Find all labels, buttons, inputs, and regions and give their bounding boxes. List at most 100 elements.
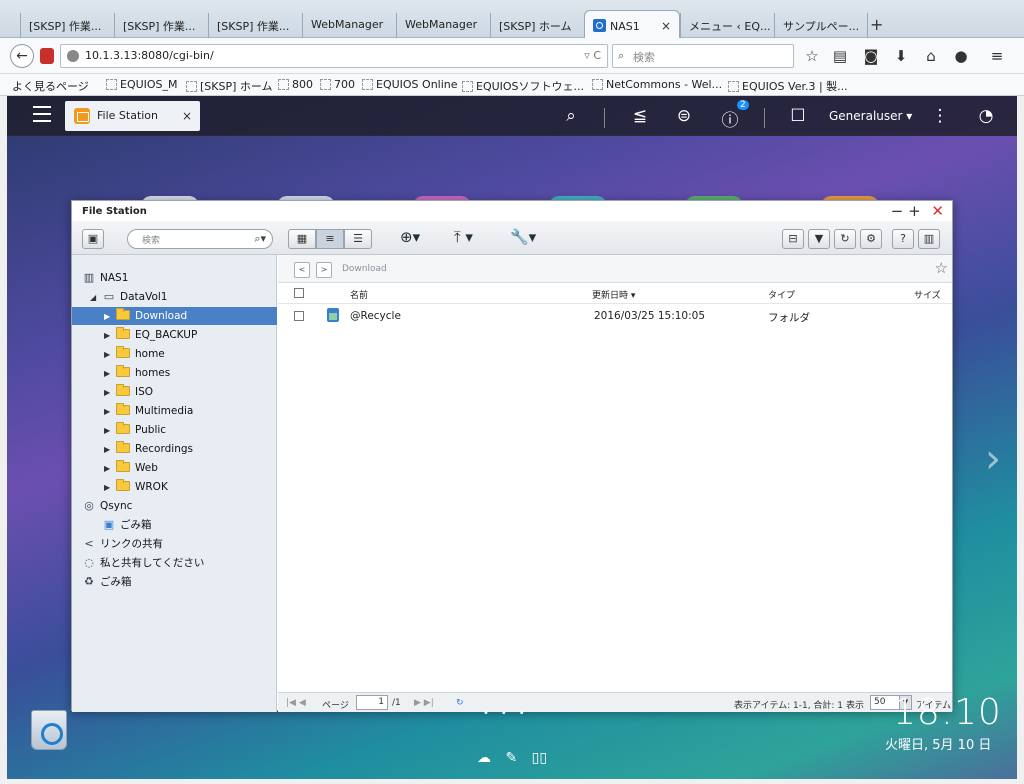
expand-arrow-icon[interactable]: ▶ — [104, 422, 116, 440]
tree-item-qsync-recycle[interactable]: ▣ ごみ箱 — [102, 516, 277, 534]
bookmark-item[interactable]: EQUIOS Ver.3 | 製... — [728, 78, 848, 94]
detail-view-button[interactable]: ☰ — [344, 229, 372, 249]
tree-item-wrok[interactable]: ▶ WROK — [104, 478, 277, 496]
search-icon[interactable]: ⌕ — [560, 106, 582, 126]
select-all-checkbox[interactable] — [294, 288, 304, 298]
upload-icon[interactable]: ⤒ ▾ — [454, 228, 473, 246]
tree-item-web[interactable]: ▶ Web — [104, 459, 277, 477]
browser-search-input[interactable]: ⌕ 検索 — [612, 44, 794, 68]
file-search-input[interactable]: 検索 ⌕▾ — [127, 229, 273, 249]
close-icon[interactable]: × — [182, 109, 192, 123]
download-icon[interactable]: ⬇ — [892, 47, 910, 65]
bookmark-star-icon[interactable]: ☆ — [803, 47, 821, 65]
expand-arrow-icon[interactable]: ▶ — [104, 479, 116, 497]
breadcrumb-path[interactable]: Download — [342, 264, 387, 274]
bookmark-item[interactable]: 700 — [320, 78, 355, 91]
desktop-recycle-bin-icon[interactable] — [31, 710, 67, 750]
external-device-icon[interactable]: ⊜ — [673, 106, 695, 126]
tools-icon[interactable]: 🔧▾ — [510, 228, 536, 246]
cloud-icon[interactable]: ☁ — [477, 750, 491, 766]
tree-item-public[interactable]: ▶ Public — [104, 421, 277, 439]
browser-tab[interactable]: WebManager — [396, 13, 490, 38]
expand-arrow-icon[interactable]: ▶ — [104, 308, 116, 326]
bookmark-item[interactable]: 800 — [278, 78, 313, 91]
tree-item-iso[interactable]: ▶ ISO — [104, 383, 277, 401]
site-info-icon[interactable] — [67, 50, 79, 62]
toggle-sidebar-button[interactable]: ▣ — [82, 229, 104, 249]
expand-arrow-icon[interactable]: ▶ — [104, 460, 116, 478]
maximize-icon[interactable]: + — [908, 202, 921, 220]
info-panel-button[interactable]: ▥ — [918, 229, 940, 249]
expand-arrow-icon[interactable]: ▶ — [104, 403, 116, 421]
tree-item-homes[interactable]: ▶ homes — [104, 364, 277, 382]
refresh-icon[interactable]: ↻ — [456, 698, 464, 708]
bookmarks-list-icon[interactable]: ▤ — [831, 47, 849, 65]
search-dropdown-icon[interactable]: ⌕▾ — [254, 232, 266, 246]
browser-tab[interactable]: WebManager — [302, 13, 396, 38]
home-icon[interactable]: ⌂ — [922, 47, 940, 65]
first-page-icon[interactable]: |◀ ◀ — [286, 698, 306, 708]
browser-tab-active[interactable]: NAS1 × — [584, 10, 680, 39]
pocket-icon[interactable]: ◙ — [862, 47, 880, 65]
column-header-size[interactable]: サイズ — [914, 288, 941, 301]
tree-item-home[interactable]: ▶ home — [104, 345, 277, 363]
book-icon[interactable]: ▯▯ — [532, 750, 547, 766]
filter-button[interactable]: ▼ — [808, 229, 830, 249]
menu-icon[interactable]: ≡ — [988, 47, 1006, 65]
last-page-icon[interactable]: ▶ ▶| — [414, 698, 434, 708]
tree-item-qsync[interactable]: ◎ Qsync — [82, 497, 277, 515]
tree-item-eq-backup[interactable]: ▶ EQ_BACKUP — [104, 326, 277, 344]
bookmark-item[interactable]: よく見るページ — [12, 78, 89, 94]
more-options-icon[interactable]: ⋮ — [929, 106, 951, 126]
app-tab-file-station[interactable]: File Station × — [65, 101, 200, 131]
tree-item-download[interactable]: ▶ Download — [72, 307, 277, 325]
browser-tab[interactable]: [SKSP] 作業... — [208, 13, 302, 38]
browser-tab[interactable]: サンプルペー... — [774, 13, 868, 38]
settings-button[interactable]: ⚙ — [860, 229, 882, 249]
thumbnail-view-button[interactable]: ▦ — [288, 229, 316, 249]
bookmark-item[interactable]: NetCommons - Wel... — [592, 78, 722, 91]
page-number-input[interactable]: 1 — [356, 695, 388, 710]
tree-item-multimedia[interactable]: ▶ Multimedia — [104, 402, 277, 420]
user-menu[interactable]: Generaluser ▾ — [829, 109, 912, 123]
row-checkbox[interactable] — [294, 311, 304, 321]
dashboard-icon[interactable]: ◔ — [975, 106, 997, 126]
browser-tab[interactable]: [SKSP] ホーム — [490, 13, 584, 38]
back-button[interactable]: ← — [10, 44, 34, 68]
expand-arrow-icon[interactable]: ▶ — [104, 346, 116, 364]
tree-item-share-link[interactable]: < リンクの共有 — [82, 535, 277, 553]
help-button[interactable]: ? — [892, 229, 914, 249]
remote-mount-button[interactable]: ⊟ — [782, 229, 804, 249]
tree-item-nas1[interactable]: ▥ NAS1 — [82, 269, 277, 287]
reload-icon[interactable]: ▿ C — [584, 49, 601, 62]
browser-tab[interactable]: メニュー ‹ EQ... — [680, 13, 774, 38]
main-menu-icon[interactable] — [33, 106, 51, 122]
close-window-icon[interactable]: ✕ — [931, 202, 944, 220]
bookmark-item[interactable]: EQUIOSソフトウェ... — [462, 78, 584, 94]
expand-arrow-icon[interactable]: ▶ — [104, 384, 116, 402]
column-header-modified[interactable]: 更新日時 ▾ — [592, 288, 635, 301]
column-header-type[interactable]: タイプ — [768, 288, 795, 301]
expand-arrow-icon[interactable]: ▶ — [104, 441, 116, 459]
new-tab-button[interactable]: + — [870, 15, 883, 34]
background-tasks-icon[interactable]: ≦ — [629, 106, 651, 126]
bookmark-item[interactable]: [SKSP] ホーム — [186, 78, 273, 94]
tree-item-datavol1[interactable]: ◢ ▭ DataVol1 — [90, 288, 277, 306]
column-header-name[interactable]: 名前 — [350, 288, 368, 301]
favorite-star-icon[interactable]: ☆ — [935, 259, 948, 277]
browser-tab[interactable]: [SKSP] 作業... — [114, 13, 208, 38]
next-page-arrow-icon[interactable]: › — [985, 436, 1001, 482]
minimize-icon[interactable]: − — [891, 202, 904, 220]
create-icon[interactable]: ⊕▾ — [400, 228, 420, 246]
tools-dock-icon[interactable]: ✎ — [505, 750, 517, 766]
user-icon[interactable]: ☐ — [787, 106, 809, 126]
bookmark-item[interactable]: EQUIOS_M — [106, 78, 178, 91]
forward-nav-button[interactable]: > — [316, 262, 332, 278]
refresh-button[interactable]: ↻ — [834, 229, 856, 249]
url-bar[interactable]: 10.1.3.13:8080/cgi-bin/ ▿ C — [60, 44, 608, 68]
chat-icon[interactable]: ● — [952, 47, 970, 65]
back-nav-button[interactable]: < — [294, 262, 310, 278]
tree-item-trash[interactable]: ♻ ごみ箱 — [82, 573, 277, 591]
list-view-button[interactable]: ≡ — [316, 229, 344, 249]
expand-arrow-icon[interactable]: ▶ — [104, 327, 116, 345]
